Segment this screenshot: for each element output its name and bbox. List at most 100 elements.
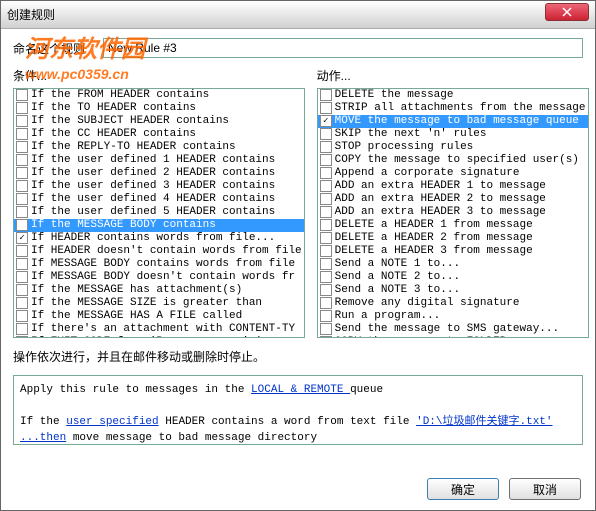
checkbox[interactable] (16, 102, 28, 114)
dialog-window: 创建规则 河东软件园 www.pc0359.cn 命名这个规则 条件... If… (0, 0, 596, 511)
checkbox[interactable]: ✓ (16, 232, 28, 244)
list-item[interactable]: Send a NOTE 2 to... (318, 271, 588, 284)
checkbox[interactable]: ✓ (320, 115, 332, 127)
list-item-label: Remove any digital signature (335, 297, 520, 310)
list-item[interactable]: STOP processing rules (318, 141, 588, 154)
actions-listbox[interactable]: DELETE the messageSTRIP all attachments … (317, 88, 589, 338)
close-button[interactable] (545, 3, 589, 21)
list-item[interactable]: If the MESSAGE has attachment(s) (14, 284, 304, 297)
conditions-header: 条件... (13, 67, 305, 84)
list-item[interactable]: If the MESSAGE HAS A FILE called (14, 310, 304, 323)
checkbox[interactable] (320, 128, 332, 140)
checkbox[interactable] (16, 219, 28, 231)
checkbox[interactable] (320, 258, 332, 270)
list-item-label: DELETE a HEADER 3 from message (335, 245, 533, 258)
conditions-listbox[interactable]: If the FROM HEADER containsIf the TO HEA… (13, 88, 305, 338)
checkbox[interactable] (16, 284, 28, 296)
checkbox[interactable] (320, 323, 332, 335)
cancel-button[interactable]: 取消 (509, 478, 581, 500)
list-item[interactable]: If the REPLY-TO HEADER contains (14, 141, 304, 154)
list-item[interactable]: If the CC HEADER contains (14, 128, 304, 141)
list-item[interactable]: ✓MOVE the message to bad message queue (318, 115, 588, 128)
list-item[interactable]: If the user defined 5 HEADER contains (14, 206, 304, 219)
checkbox[interactable] (320, 232, 332, 244)
checkbox[interactable] (320, 167, 332, 179)
ok-button[interactable]: 确定 (427, 478, 499, 500)
checkbox[interactable] (320, 336, 332, 338)
desc-line-1: Apply this rule to messages in the LOCAL… (20, 382, 576, 398)
checkbox[interactable] (320, 180, 332, 192)
list-item[interactable]: COPY the message to FOLDER... (318, 336, 588, 338)
checkbox[interactable] (16, 336, 28, 338)
list-item[interactable]: Remove any digital signature (318, 297, 588, 310)
list-item[interactable]: If MESSAGE BODY doesn't contain words fr (14, 271, 304, 284)
checkbox[interactable] (16, 258, 28, 270)
queue-link[interactable]: LOCAL & REMOTE (251, 384, 350, 396)
list-item[interactable]: Send the message to SMS gateway... (318, 323, 588, 336)
list-item[interactable]: ADD an extra HEADER 2 to message (318, 193, 588, 206)
list-item[interactable]: If the user defined 3 HEADER contains (14, 180, 304, 193)
actions-column: 动作... DELETE the messageSTRIP all attach… (317, 67, 589, 338)
checkbox[interactable] (320, 284, 332, 296)
checkbox[interactable] (16, 128, 28, 140)
list-item[interactable]: If the TO HEADER contains (14, 102, 304, 115)
checkbox[interactable] (320, 89, 332, 101)
list-item[interactable]: If the MESSAGE SIZE is greater than (14, 297, 304, 310)
list-item[interactable]: If the user defined 4 HEADER contains (14, 193, 304, 206)
list-item[interactable]: DELETE a HEADER 3 from message (318, 245, 588, 258)
checkbox[interactable] (16, 323, 28, 335)
file-link[interactable]: 'D:\垃圾邮件关键字.txt' (416, 416, 552, 428)
checkbox[interactable] (320, 245, 332, 257)
list-item-label: If the MESSAGE has attachment(s) (31, 284, 242, 297)
rule-name-input[interactable] (103, 38, 583, 58)
checkbox[interactable] (320, 206, 332, 218)
list-item-label: If the MESSAGE BODY contains (31, 219, 216, 232)
checkbox[interactable] (16, 206, 28, 218)
checkbox[interactable] (16, 297, 28, 309)
list-item[interactable]: STRIP all attachments from the message (318, 102, 588, 115)
checkbox[interactable] (16, 115, 28, 127)
checkbox[interactable] (320, 310, 332, 322)
list-item[interactable]: If MESSAGE BODY contains words from file (14, 258, 304, 271)
list-item[interactable]: If EXIT CODE from 'Run a program' is equ (14, 336, 304, 338)
list-item[interactable]: If the MESSAGE BODY contains (14, 219, 304, 232)
list-item[interactable]: DELETE a HEADER 1 from message (318, 219, 588, 232)
checkbox[interactable] (320, 141, 332, 153)
checkbox[interactable] (16, 271, 28, 283)
checkbox[interactable] (320, 271, 332, 283)
checkbox[interactable] (16, 141, 28, 153)
checkbox[interactable] (16, 167, 28, 179)
list-item[interactable]: ADD an extra HEADER 3 to message (318, 206, 588, 219)
list-item[interactable]: DELETE a HEADER 2 from message (318, 232, 588, 245)
list-item[interactable]: COPY the message to specified user(s) (318, 154, 588, 167)
list-item[interactable]: If the user defined 1 HEADER contains (14, 154, 304, 167)
checkbox[interactable] (320, 102, 332, 114)
header-link[interactable]: user specified (66, 416, 158, 428)
list-item[interactable]: If the FROM HEADER contains (14, 89, 304, 102)
checkbox[interactable] (16, 310, 28, 322)
then-link[interactable]: ...then (20, 432, 66, 444)
checkbox[interactable] (320, 193, 332, 205)
list-item[interactable]: Append a corporate signature (318, 167, 588, 180)
checkbox[interactable] (16, 245, 28, 257)
checkbox[interactable] (16, 193, 28, 205)
checkbox[interactable] (16, 89, 28, 101)
list-item[interactable]: If the user defined 2 HEADER contains (14, 167, 304, 180)
columns: 条件... If the FROM HEADER containsIf the … (13, 67, 583, 338)
list-item[interactable]: Run a program... (318, 310, 588, 323)
checkbox[interactable] (320, 297, 332, 309)
list-item[interactable]: If the SUBJECT HEADER contains (14, 115, 304, 128)
list-item[interactable]: SKIP the next 'n' rules (318, 128, 588, 141)
list-item-label: STRIP all attachments from the message (335, 102, 586, 115)
checkbox[interactable] (16, 154, 28, 166)
checkbox[interactable] (16, 180, 28, 192)
list-item[interactable]: Send a NOTE 1 to... (318, 258, 588, 271)
list-item[interactable]: If there's an attachment with CONTENT-TY (14, 323, 304, 336)
list-item[interactable]: DELETE the message (318, 89, 588, 102)
checkbox[interactable] (320, 154, 332, 166)
list-item[interactable]: If HEADER doesn't contain words from fil… (14, 245, 304, 258)
checkbox[interactable] (320, 219, 332, 231)
list-item[interactable]: ✓If HEADER contains words from file... (14, 232, 304, 245)
list-item[interactable]: Send a NOTE 3 to... (318, 284, 588, 297)
list-item[interactable]: ADD an extra HEADER 1 to message (318, 180, 588, 193)
